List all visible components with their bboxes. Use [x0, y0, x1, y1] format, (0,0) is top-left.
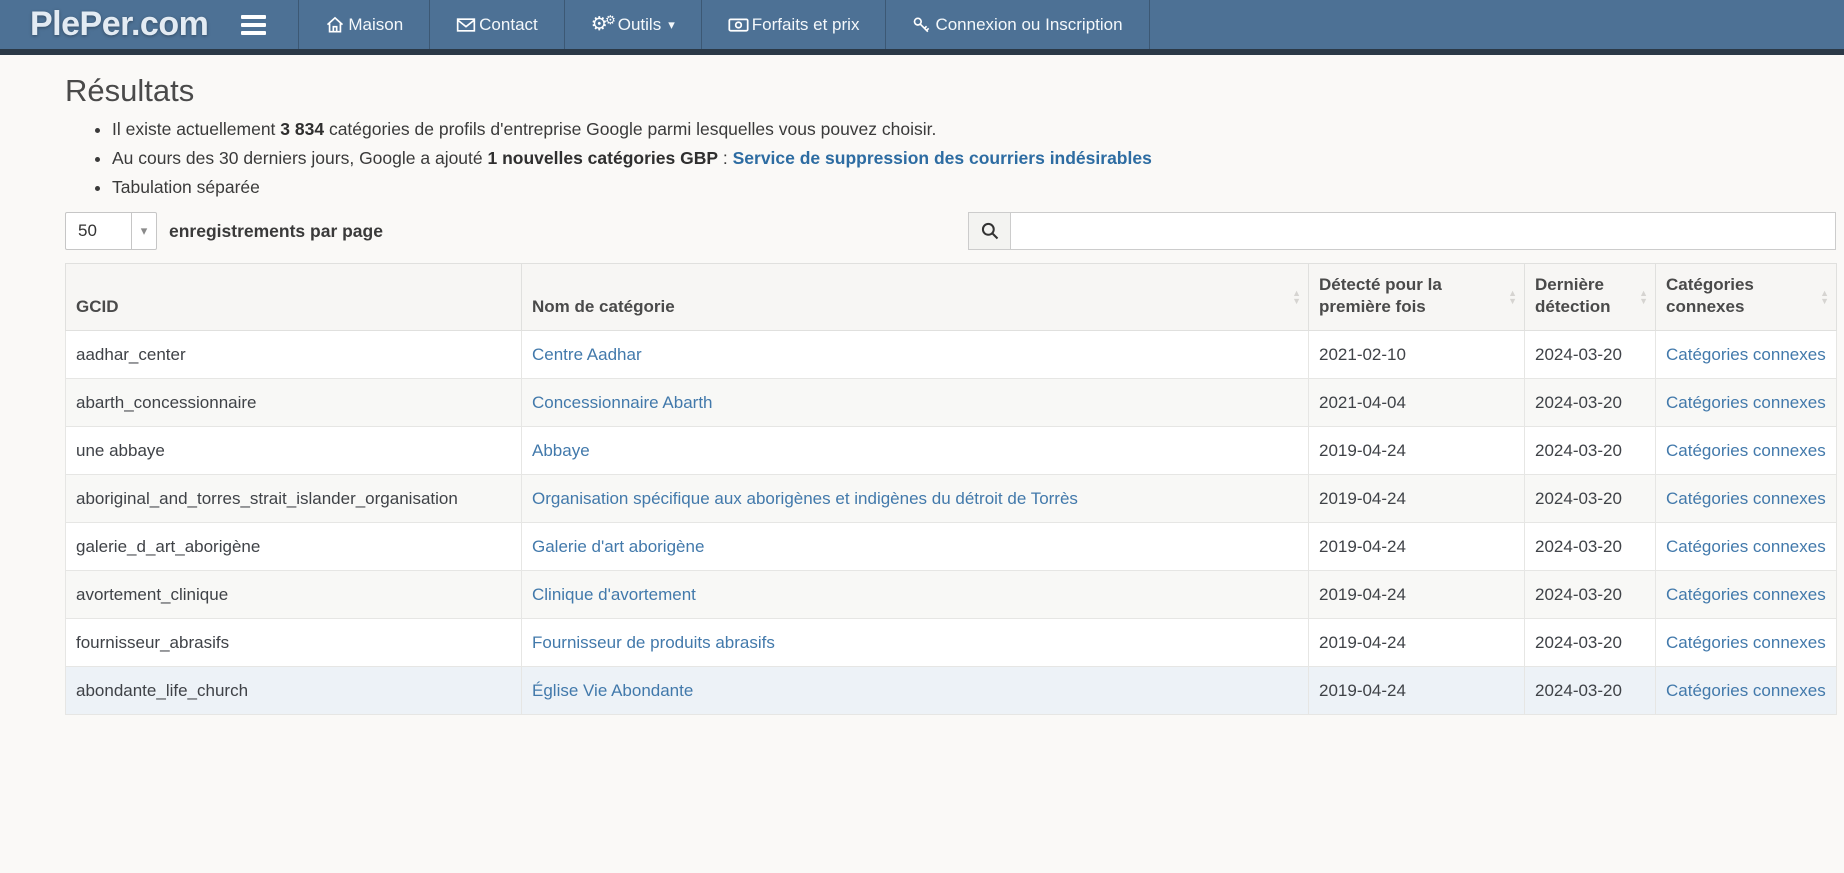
page-length-value: 50: [78, 221, 97, 240]
last-detected-cell: 2024-03-20: [1524, 522, 1656, 571]
last-detected-cell: 2024-03-20: [1524, 378, 1656, 427]
new-category-link[interactable]: Service de suppression des courriers ind…: [733, 148, 1152, 168]
category-link[interactable]: Organisation spécifique aux aborigènes e…: [532, 489, 1078, 508]
related-categories-link[interactable]: Catégories connexes: [1666, 489, 1826, 508]
nav-item-home[interactable]: Maison: [298, 0, 429, 49]
gears-icon: ⚙ ⚙: [590, 12, 616, 35]
home-icon: [325, 15, 345, 35]
content: Résultats Il existe actuellement 3 834 c…: [0, 73, 1844, 715]
main-nav: Maison Contact ⚙ ⚙ Outils ▾ Forfaits et …: [298, 0, 1150, 49]
table-row: fournisseur_abrasifs Fournisseur de prod…: [65, 618, 1837, 667]
summary-tab-separated: Tabulation séparée: [112, 175, 1836, 200]
nav-label: Contact: [479, 14, 538, 34]
hamburger-menu-button[interactable]: [208, 0, 298, 49]
related-categories-link[interactable]: Catégories connexes: [1666, 585, 1826, 604]
nav-item-login[interactable]: Connexion ou Inscription: [885, 0, 1150, 49]
page-length-select[interactable]: 50 ▾: [65, 212, 157, 250]
first-detected-cell: 2019-04-24: [1308, 426, 1525, 475]
gcid-cell: abondante_life_church: [65, 666, 522, 715]
related-categories-link[interactable]: Catégories connexes: [1666, 345, 1826, 364]
nav-label: Forfaits et prix: [751, 14, 860, 34]
categories-table: GCID Nom de catégorie ▲ ▼ Détecté pour la…: [65, 263, 1837, 715]
gcid-cell: une abbaye: [65, 426, 522, 475]
brand-logo[interactable]: PlePer.com: [0, 0, 209, 49]
summary-new-categories: Au cours des 30 derniers jours, Google a…: [112, 146, 1836, 171]
category-link[interactable]: Centre Aadhar: [532, 345, 642, 364]
first-detected-cell: 2021-04-04: [1308, 378, 1525, 427]
first-detected-cell: 2019-04-24: [1308, 570, 1525, 619]
category-link[interactable]: Fournisseur de produits abrasifs: [532, 633, 775, 652]
envelope-icon: [456, 16, 476, 34]
first-detected-cell: 2019-04-24: [1308, 618, 1525, 667]
table-row: une abbaye Abbaye 2019-04-24 2024-03-20 …: [65, 426, 1837, 475]
related-categories-link[interactable]: Catégories connexes: [1666, 633, 1826, 652]
page-length-group: 50 ▾ enregistrements par page: [65, 212, 383, 250]
new-count: 1 nouvelles catégories GBP: [487, 148, 719, 168]
navbar: PlePer.com Maison Contact ⚙ ⚙ Outils ▾ F…: [0, 0, 1844, 55]
column-header-last-detected[interactable]: Dernière détection ▲ ▼: [1524, 263, 1656, 331]
total-count: 3 834: [280, 119, 325, 139]
gcid-cell: aboriginal_and_torres_strait_islander_or…: [65, 474, 522, 523]
table-row: galerie_d_art_aborigène Galerie d'art ab…: [65, 522, 1837, 571]
table-row: abondante_life_church Église Vie Abondan…: [65, 666, 1837, 715]
table-row: aadhar_center Centre Aadhar 2021-02-10 2…: [65, 330, 1837, 379]
last-detected-cell: 2024-03-20: [1524, 474, 1656, 523]
gcid-cell: abarth_concessionnaire: [65, 378, 522, 427]
column-header-gcid[interactable]: GCID: [65, 263, 522, 331]
related-categories-link[interactable]: Catégories connexes: [1666, 441, 1826, 460]
sort-icon[interactable]: ▲ ▼: [1292, 289, 1301, 306]
column-header-related[interactable]: Catégories connexes ▲ ▼: [1655, 263, 1837, 331]
last-detected-cell: 2024-03-20: [1524, 330, 1656, 379]
page-length-label: enregistrements par page: [169, 220, 383, 241]
page-title: Résultats: [65, 73, 195, 108]
category-link[interactable]: Abbaye: [532, 441, 590, 460]
related-categories-link[interactable]: Catégories connexes: [1666, 681, 1826, 700]
gcid-cell: fournisseur_abrasifs: [65, 618, 522, 667]
first-detected-cell: 2019-04-24: [1308, 474, 1525, 523]
nav-item-tools[interactable]: ⚙ ⚙ Outils ▾: [563, 0, 701, 49]
nav-label: Maison: [348, 14, 404, 34]
table-row: aboriginal_and_torres_strait_islander_or…: [65, 474, 1837, 523]
money-icon: [728, 16, 749, 34]
nav-item-contact[interactable]: Contact: [429, 0, 564, 49]
last-detected-cell: 2024-03-20: [1524, 426, 1656, 475]
category-link[interactable]: Clinique d'avortement: [532, 585, 696, 604]
nav-item-pricing[interactable]: Forfaits et prix: [700, 0, 886, 49]
hamburger-icon: [240, 14, 266, 19]
gcid-cell: galerie_d_art_aborigène: [65, 522, 522, 571]
gcid-cell: aadhar_center: [65, 330, 522, 379]
search-icon: [968, 212, 1010, 250]
category-link[interactable]: Église Vie Abondante: [532, 681, 693, 700]
first-detected-cell: 2021-02-10: [1308, 330, 1525, 379]
search-input[interactable]: [1010, 212, 1836, 250]
category-link[interactable]: Concessionnaire Abarth: [532, 393, 713, 412]
sort-icon[interactable]: ▲ ▼: [1639, 289, 1648, 306]
key-icon: [912, 15, 932, 35]
table-row: abarth_concessionnaire Concessionnaire A…: [65, 378, 1837, 427]
gcid-cell: avortement_clinique: [65, 570, 522, 619]
sort-icon[interactable]: ▲ ▼: [1508, 289, 1517, 306]
nav-label: Outils: [617, 14, 662, 34]
chevron-down-icon: ▾: [668, 16, 675, 32]
category-link[interactable]: Galerie d'art aborigène: [532, 537, 704, 556]
table-row: avortement_clinique Clinique d'avortemen…: [65, 570, 1837, 619]
related-categories-link[interactable]: Catégories connexes: [1666, 393, 1826, 412]
table-controls: 50 ▾ enregistrements par page: [65, 212, 1836, 250]
search-box: [968, 212, 1836, 250]
last-detected-cell: 2024-03-20: [1524, 618, 1656, 667]
table-header-row: GCID Nom de catégorie ▲ ▼ Détecté pour la…: [65, 263, 1837, 331]
summary-list: Il existe actuellement 3 834 catégories …: [65, 117, 1836, 200]
column-header-name[interactable]: Nom de catégorie ▲ ▼: [521, 263, 1309, 331]
column-header-first-detected[interactable]: Détecté pour la première fois ▲ ▼: [1308, 263, 1525, 331]
last-detected-cell: 2024-03-20: [1524, 666, 1656, 715]
summary-total-categories: Il existe actuellement 3 834 catégories …: [112, 117, 1836, 142]
chevron-down-icon: ▾: [131, 213, 156, 249]
related-categories-link[interactable]: Catégories connexes: [1666, 537, 1826, 556]
first-detected-cell: 2019-04-24: [1308, 666, 1525, 715]
sort-icon[interactable]: ▲ ▼: [1820, 289, 1829, 306]
first-detected-cell: 2019-04-24: [1308, 522, 1525, 571]
last-detected-cell: 2024-03-20: [1524, 570, 1656, 619]
nav-label: Connexion ou Inscription: [935, 14, 1123, 34]
